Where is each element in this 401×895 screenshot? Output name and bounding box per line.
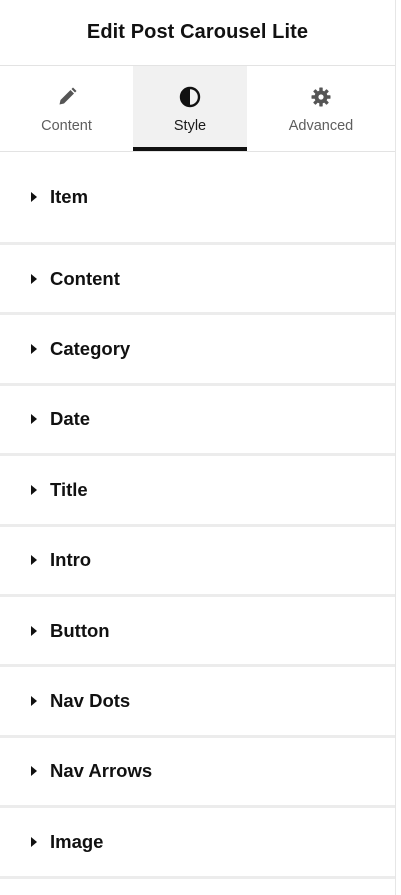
panel-title: Edit Post Carousel Lite (86, 21, 309, 43)
caret-right-icon (30, 765, 42, 777)
caret-right-icon (30, 625, 42, 637)
section-date-label: Date (50, 408, 91, 430)
tab-style[interactable]: Style (133, 66, 247, 151)
section-category[interactable]: Category (0, 315, 395, 386)
section-category-label: Category (50, 338, 131, 360)
section-content-label: Content (50, 267, 120, 289)
caret-right-icon (30, 191, 42, 203)
section-nav-dots-label: Nav Dots (50, 690, 131, 712)
caret-right-icon (30, 273, 42, 285)
tab-bar: Content Style Advanced (0, 66, 395, 152)
half-circle-icon (179, 86, 201, 108)
panel-header: Edit Post Carousel Lite (0, 0, 395, 66)
section-intro-label: Intro (50, 549, 92, 571)
caret-right-icon (30, 836, 42, 848)
section-image[interactable]: Image (0, 808, 395, 879)
pencil-icon (56, 86, 78, 108)
active-tab-indicator (133, 147, 247, 151)
gear-icon (310, 86, 332, 108)
tab-advanced-label: Advanced (288, 118, 354, 134)
panel-edge-divider (395, 0, 396, 895)
section-nav-arrows[interactable]: Nav Arrows (0, 738, 395, 809)
section-title-label: Title (50, 478, 88, 500)
caret-right-icon (30, 343, 42, 355)
section-content[interactable]: Content (0, 245, 395, 316)
tab-content-label: Content (41, 118, 92, 134)
section-nav-dots[interactable]: Nav Dots (0, 667, 395, 738)
section-button[interactable]: Button (0, 597, 395, 668)
section-title[interactable]: Title (0, 456, 395, 527)
section-nav-arrows-label: Nav Arrows (50, 760, 153, 782)
section-date[interactable]: Date (0, 386, 395, 457)
tab-style-label: Style (173, 118, 207, 134)
section-item[interactable]: Item (0, 152, 395, 245)
tab-advanced[interactable]: Advanced (247, 66, 395, 151)
caret-right-icon (30, 484, 42, 496)
caret-right-icon (30, 554, 42, 566)
section-image-label: Image (50, 830, 104, 852)
section-item-label: Item (50, 186, 89, 207)
section-button-label: Button (50, 619, 110, 641)
style-section-list: Item Content Category Date Title Intro B… (0, 152, 395, 879)
caret-right-icon (30, 413, 42, 425)
tab-content[interactable]: Content (0, 66, 133, 151)
section-intro[interactable]: Intro (0, 527, 395, 597)
caret-right-icon (30, 695, 42, 707)
